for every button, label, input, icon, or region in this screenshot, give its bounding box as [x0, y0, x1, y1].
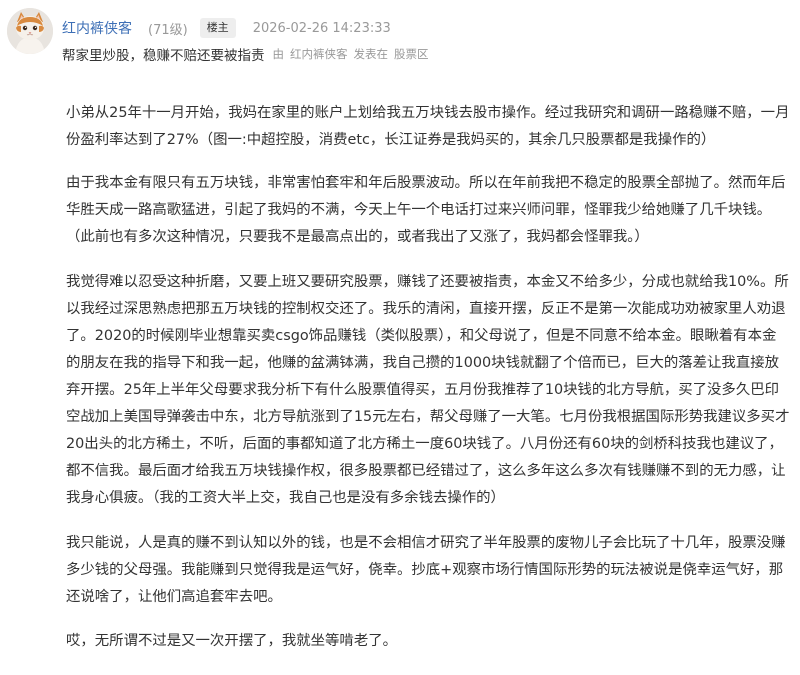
- post-header: 红内裤侠客 (71级) 楼主 2026-02-26 14:23:33 帮家里炒股…: [0, 0, 800, 72]
- post-paragraph: 由于我本金有限只有五万块钱，非常害怕套牢和年后股票波动。所以在年前我把不稳定的股…: [66, 175, 786, 245]
- post-title: 帮家里炒股，稳赚不赔还要被指责: [62, 48, 265, 64]
- post-paragraph: 小弟从25年十一月开始，我妈在家里的账户上划给我五万块钱去股市操作。经过我研究和…: [66, 105, 790, 148]
- post-paragraph: 哎，无所谓不过是又一次开摆了，我就坐等啃老了。: [66, 633, 397, 649]
- cat-avatar-icon[interactable]: [7, 8, 53, 54]
- author-level: (71级): [148, 22, 188, 38]
- author-name-link[interactable]: 红内裤侠客: [62, 18, 132, 38]
- posted-by-prefix: 由: [272, 47, 285, 61]
- posted-in-label: 发表在: [353, 47, 389, 61]
- host-badge: 楼主: [199, 18, 236, 38]
- post-subtitle-line: 帮家里炒股，稳赚不赔还要被指责 由 红内裤侠客 发表在 股票区: [62, 44, 429, 64]
- posted-by-info: 由 红内裤侠客 发表在 股票区: [273, 46, 429, 62]
- posted-by-author-link[interactable]: 红内裤侠客: [290, 46, 348, 62]
- post-paragraph: 我只能说，人是真的赚不到认知以外的钱，也是不会相信才研究了半年股票的废物儿子会比…: [66, 535, 786, 605]
- post-paragraph: 我觉得难以忍受这种折磨，又要上班又要研究股票，赚钱了还要被指责，本金又不给多少，…: [66, 274, 790, 506]
- post-body: 小弟从25年十一月开始，我妈在家里的账户上划给我五万块钱去股市操作。经过我研究和…: [66, 100, 790, 671]
- post-timestamp: 2026-02-26 14:23:33: [252, 20, 391, 36]
- post-meta: 红内裤侠客 (71级) 楼主 2026-02-26 14:23:33: [62, 17, 391, 39]
- board-link[interactable]: 股票区: [394, 46, 429, 62]
